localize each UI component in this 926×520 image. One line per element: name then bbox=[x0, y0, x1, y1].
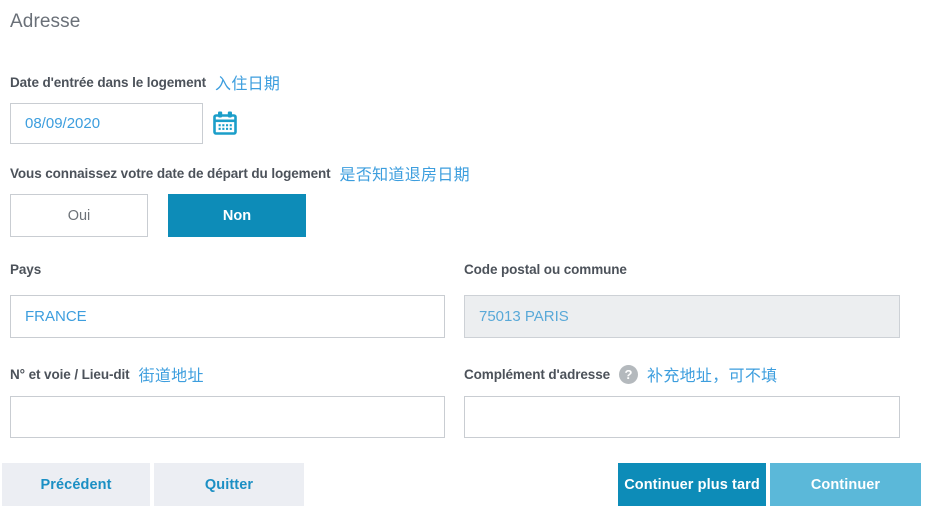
departure-known-note: 是否知道退房日期 bbox=[339, 167, 470, 184]
address-complement-input[interactable] bbox=[464, 396, 900, 438]
address-complement-label-row: Complément d'adresse ? 补充地址，可不填 bbox=[464, 362, 777, 386]
move-in-date-label-row: Date d'entrée dans le logement 入住日期 bbox=[10, 70, 280, 94]
postal-code-label-row: Code postal ou commune bbox=[464, 262, 627, 277]
continue-later-button[interactable]: Continuer plus tard bbox=[618, 463, 766, 506]
calendar-icon[interactable] bbox=[212, 110, 238, 136]
move-in-date-label: Date d'entrée dans le logement bbox=[10, 74, 207, 90]
continue-button[interactable]: Continuer bbox=[770, 463, 921, 506]
departure-known-option-oui-label: Oui bbox=[67, 207, 91, 224]
departure-known-option-non-label: Non bbox=[222, 207, 252, 224]
move-in-date-note: 入住日期 bbox=[215, 76, 281, 93]
street-input[interactable] bbox=[10, 396, 445, 438]
departure-known-option-oui[interactable]: Oui bbox=[10, 194, 148, 237]
street-label-row: N° et voie / Lieu-dit 街道地址 bbox=[10, 362, 204, 386]
help-icon[interactable]: ? bbox=[619, 364, 639, 384]
page-title: Adresse bbox=[10, 11, 81, 32]
country-label: Pays bbox=[10, 262, 42, 277]
postal-code-input[interactable] bbox=[464, 295, 900, 338]
continue-later-button-label: Continuer plus tard bbox=[624, 476, 760, 493]
move-in-date-input[interactable] bbox=[10, 103, 203, 144]
country-label-row: Pays bbox=[10, 262, 41, 277]
address-complement-label: Complément d'adresse bbox=[464, 366, 611, 382]
previous-button-label: Précédent bbox=[40, 476, 112, 493]
departure-known-label-row: Vous connaissez votre date de départ du … bbox=[10, 161, 470, 185]
quit-button[interactable]: Quitter bbox=[154, 463, 304, 506]
quit-button-label: Quitter bbox=[204, 476, 254, 493]
postal-code-label: Code postal ou commune bbox=[464, 262, 627, 277]
continue-button-label: Continuer bbox=[810, 476, 881, 493]
country-input[interactable] bbox=[10, 295, 445, 338]
departure-known-option-non[interactable]: Non bbox=[168, 194, 306, 237]
address-complement-note: 补充地址，可不填 bbox=[647, 368, 778, 385]
street-note: 街道地址 bbox=[138, 368, 204, 385]
address-form-page: Adresse Date d'entrée dans le logement 入… bbox=[0, 0, 926, 520]
street-label: N° et voie / Lieu-dit bbox=[10, 366, 130, 382]
departure-known-label: Vous connaissez votre date de départ du … bbox=[10, 165, 331, 181]
previous-button[interactable]: Précédent bbox=[2, 463, 150, 506]
